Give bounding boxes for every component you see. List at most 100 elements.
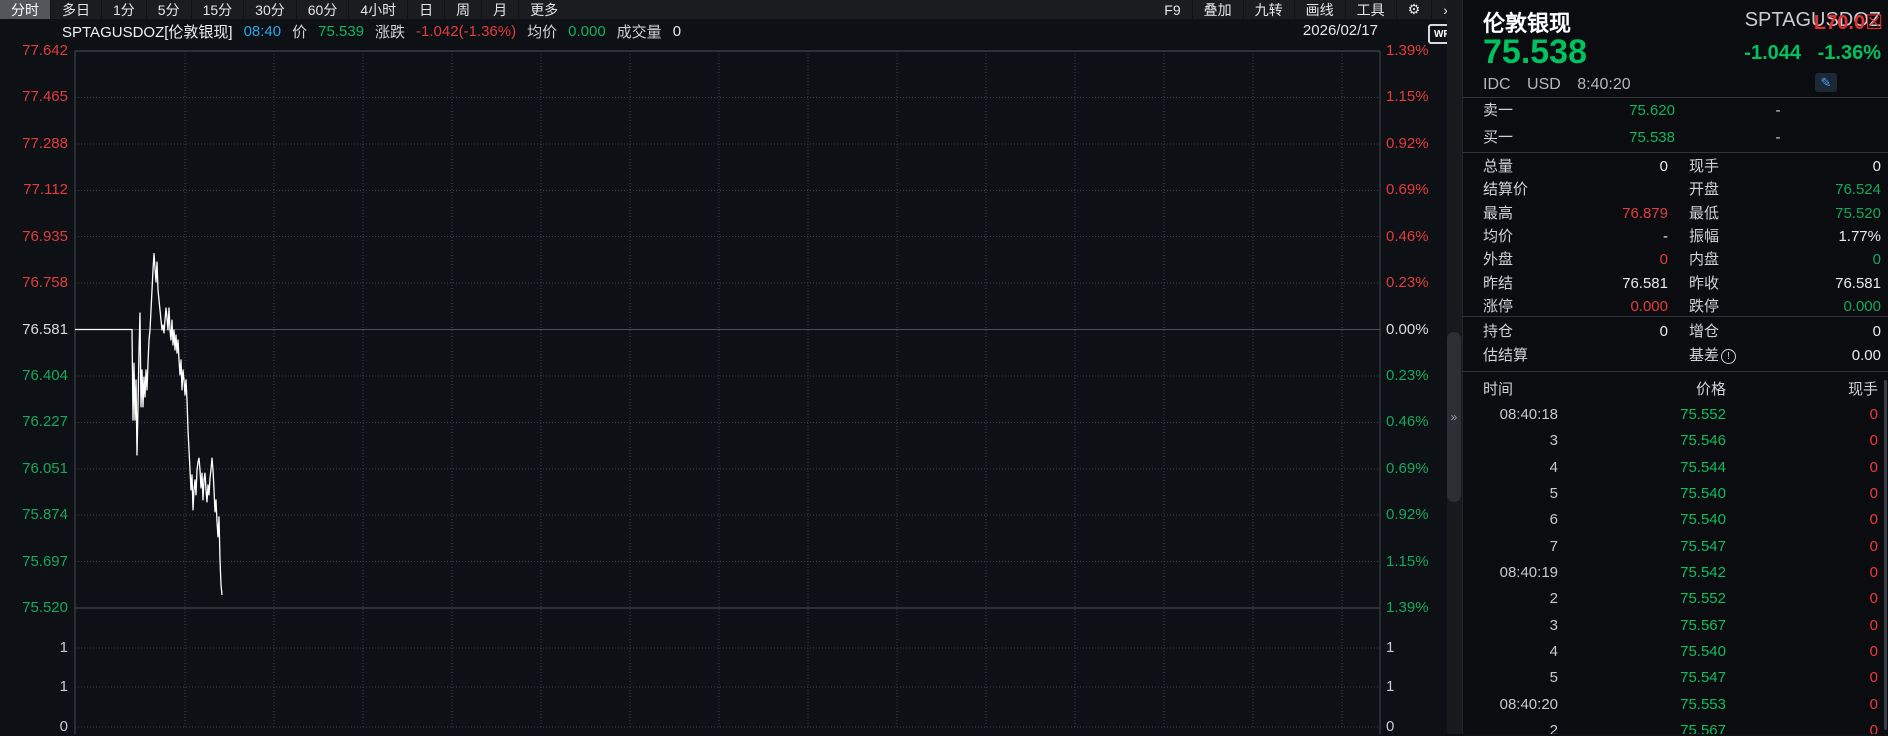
tick-list: 08:40:1875.5520375.5460475.5440575.54006… <box>1463 402 1888 734</box>
stat-label: 估结算 <box>1483 344 1528 368</box>
tick-row[interactable]: 475.5400 <box>1463 639 1888 665</box>
tick-row[interactable]: 475.5440 <box>1463 455 1888 481</box>
y-axis-percent: 0.46% <box>1386 413 1444 431</box>
y-axis-percent: 0.23% <box>1386 367 1444 385</box>
y-axis-percent: 1.39% <box>1386 599 1444 617</box>
stat-value: 0.00 <box>1689 344 1881 368</box>
instrument-ticker: SPTAGUSDOZ L70.0☒ <box>1745 9 1881 32</box>
stat-value: 0 <box>1483 248 1668 272</box>
y-axis-price: 77.288 <box>0 135 68 153</box>
tick-table-header: 时间 价格 现手 <box>1463 378 1888 402</box>
y-axis-percent: 0.69% <box>1386 460 1444 478</box>
book-size: - <box>1743 99 1813 123</box>
y-axis-price: 76.758 <box>0 274 68 292</box>
tick-row[interactable]: 08:40:1875.5520 <box>1463 402 1888 428</box>
stat-row: 外盘0内盘0 <box>1463 248 1888 272</box>
tick-row[interactable]: 08:40:1975.5420 <box>1463 560 1888 586</box>
quote-meta: IDC USD 8:40:20 <box>1483 76 1643 94</box>
stat-value: 1.77% <box>1689 225 1881 249</box>
stat-value: 0 <box>1483 320 1668 344</box>
tick-hand: 0 <box>1483 402 1878 428</box>
y-axis-percent: 1.15% <box>1386 553 1444 571</box>
tick-hand: 0 <box>1483 560 1878 586</box>
y-axis-percent: 0.00% <box>1386 321 1444 339</box>
y-axis-price: 76.227 <box>0 413 68 431</box>
stat-value: 0 <box>1689 155 1881 179</box>
quote-time: 8:40:20 <box>1577 76 1630 93</box>
y-axis-percent: 1.15% <box>1386 88 1444 106</box>
intraday-chart[interactable]: 77.64277.46577.28877.11276.93576.75876.5… <box>0 0 1447 734</box>
currency: USD <box>1527 76 1561 93</box>
tick-hand: 0 <box>1483 586 1878 612</box>
y-axis-price: 77.465 <box>0 88 68 106</box>
divider <box>1463 371 1888 372</box>
y-axis-percent: 0.92% <box>1386 135 1444 153</box>
tick-hand: 0 <box>1483 639 1878 665</box>
price-change: -1.044 <box>1744 42 1801 65</box>
tick-row[interactable]: 775.5470 <box>1463 534 1888 560</box>
y-axis-price: 76.051 <box>0 460 68 478</box>
tick-hand: 0 <box>1483 455 1878 481</box>
edit-pencil-icon[interactable]: ✎ <box>1815 73 1837 92</box>
tick-row[interactable]: 675.5400 <box>1463 507 1888 533</box>
position-row: 持仓0增仓0 <box>1463 320 1888 344</box>
volume-axis-label: 0 <box>1386 718 1444 736</box>
stat-value: - <box>1483 225 1668 249</box>
y-axis-price: 76.581 <box>0 321 68 339</box>
y-axis-price: 75.874 <box>0 506 68 524</box>
volume-axis-label: 1 <box>0 639 68 657</box>
stat-label: 结算价 <box>1483 178 1528 202</box>
chart-canvas[interactable] <box>0 0 1447 734</box>
tick-list-scrollbar[interactable] <box>1884 380 1887 730</box>
price-line <box>75 254 222 595</box>
book-row-卖一[interactable]: 卖一75.620- <box>1463 99 1888 123</box>
stat-value: 0 <box>1483 155 1668 179</box>
position-row: 估结算基差!0.00 <box>1463 344 1888 368</box>
quote-panel: 伦敦银现 SPTAGUSDOZ L70.0☒ 75.538 -1.044 -1.… <box>1462 0 1888 734</box>
tick-row[interactable]: 375.5670 <box>1463 613 1888 639</box>
y-axis-percent: 0.23% <box>1386 274 1444 292</box>
book-size: - <box>1743 126 1813 150</box>
col-hand: 现手 <box>1483 378 1878 402</box>
y-axis-percent: 0.92% <box>1386 506 1444 524</box>
y-axis-price: 77.112 <box>0 181 68 199</box>
y-axis-percent: 0.69% <box>1386 181 1444 199</box>
tick-row[interactable]: 08:40:2075.5530 <box>1463 692 1888 718</box>
last-price: 75.538 <box>1483 33 1587 72</box>
book-row-买一[interactable]: 买一75.538- <box>1463 126 1888 150</box>
tick-hand: 0 <box>1483 613 1878 639</box>
tick-hand: 0 <box>1483 507 1878 533</box>
stat-row: 结算价开盘76.524 <box>1463 178 1888 202</box>
volume-axis-label: 1 <box>0 678 68 696</box>
stat-row: 最高76.879最低75.520 <box>1463 202 1888 226</box>
stat-value: 76.581 <box>1689 272 1881 296</box>
y-axis-percent: 1.39% <box>1386 42 1444 60</box>
book-price: 75.620 <box>1483 99 1675 123</box>
price-change-pct: -1.36% <box>1818 42 1881 65</box>
tick-row[interactable]: 375.5460 <box>1463 428 1888 454</box>
tick-hand: 0 <box>1483 428 1878 454</box>
stat-value: 76.524 <box>1689 178 1881 202</box>
volume-axis-label: 1 <box>1386 678 1444 696</box>
stat-value: 75.520 <box>1689 202 1881 226</box>
tick-hand: 0 <box>1483 692 1878 718</box>
tick-row[interactable]: 275.5670 <box>1463 718 1888 734</box>
stat-value: 0 <box>1689 248 1881 272</box>
volume-axis-label: 1 <box>1386 639 1444 657</box>
tick-hand: 0 <box>1483 534 1878 560</box>
tick-hand: 0 <box>1483 718 1878 734</box>
y-axis-price: 76.935 <box>0 228 68 246</box>
divider <box>1463 152 1888 153</box>
divider <box>1463 316 1888 317</box>
book-price: 75.538 <box>1483 126 1675 150</box>
market-code: IDC <box>1483 76 1511 93</box>
y-axis-percent: 0.46% <box>1386 228 1444 246</box>
tick-hand: 0 <box>1483 481 1878 507</box>
tick-row[interactable]: 275.5520 <box>1463 586 1888 612</box>
tick-row[interactable]: 575.5400 <box>1463 481 1888 507</box>
stat-value: 0 <box>1689 320 1881 344</box>
divider <box>1463 97 1888 98</box>
stat-value: 76.581 <box>1483 272 1668 296</box>
collapse-panel-handle[interactable]: » <box>1447 332 1461 502</box>
tick-row[interactable]: 575.5470 <box>1463 665 1888 691</box>
